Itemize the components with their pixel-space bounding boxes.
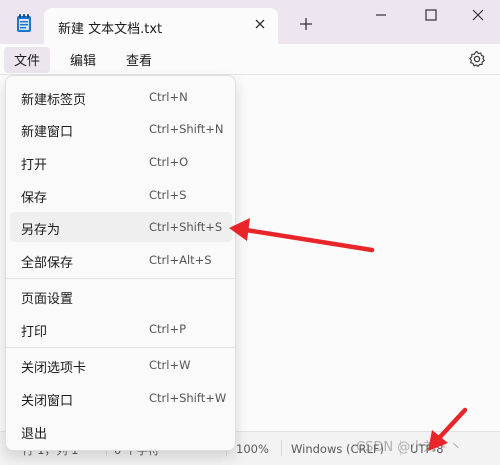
menu-edit[interactable]: 编辑 [70,50,96,69]
status-divider [281,440,282,456]
menu-item-label: 新建窗口 [21,125,74,140]
menu-separator [6,347,235,348]
menu-item-label: 打印 [21,325,48,340]
menu-item-label: 另存为 [21,223,61,238]
menu-view[interactable]: 查看 [126,50,152,69]
menu-item-close-window[interactable]: 关闭窗口 Ctrl+Shift+W [10,383,232,413]
menu-item-label: 关闭选项卡 [21,361,87,376]
close-tab-icon[interactable] [252,16,268,32]
menu-item-exit[interactable]: 退出 [10,416,232,446]
menu-item-label: 退出 [21,427,48,442]
menu-item-open[interactable]: 打开 Ctrl+O [10,147,232,177]
minimize-icon[interactable] [366,6,396,24]
menu-item-label: 关闭窗口 [21,394,74,409]
menu-item-shortcut: Ctrl+Alt+S [149,253,212,267]
menu-item-save-all[interactable]: 全部保存 Ctrl+Alt+S [10,245,232,275]
menu-item-shortcut: Ctrl+O [149,155,189,169]
new-tab-icon[interactable] [298,16,314,32]
title-bar: 新建 文本文档.txt [0,0,500,44]
notepad-app-icon [17,14,31,32]
maximize-icon[interactable] [416,6,446,24]
settings-gear-icon[interactable] [468,50,486,68]
file-dropdown-menu: 新建标签页 Ctrl+N 新建窗口 Ctrl+Shift+N 打开 Ctrl+O… [5,75,236,451]
menu-bar: 文件 编辑 查看 [0,44,500,75]
menu-item-save-as[interactable]: 另存为 Ctrl+Shift+S [10,212,232,242]
menu-item-label: 打开 [21,158,48,173]
menu-item-label: 新建标签页 [21,93,87,108]
tab-title: 新建 文本文档.txt [58,22,163,37]
menu-file[interactable]: 文件 [14,50,40,69]
menu-item-page-setup[interactable]: 页面设置 [10,281,232,311]
document-tab[interactable]: 新建 文本文档.txt [44,8,278,44]
menu-item-shortcut: Ctrl+Shift+N [149,122,224,136]
menu-separator [6,278,235,279]
menu-item-label: 全部保存 [21,256,74,271]
menu-item-save[interactable]: 保存 Ctrl+S [10,180,232,210]
menu-item-shortcut: Ctrl+Shift+W [149,391,227,405]
menu-item-shortcut: Ctrl+W [149,358,191,372]
menu-item-label: 保存 [21,191,48,206]
menu-item-shortcut: Ctrl+S [149,188,187,202]
menu-item-print[interactable]: 打印 Ctrl+P [10,314,232,344]
zoom-level[interactable]: 100% [236,442,269,456]
menu-item-close-tab[interactable]: 关闭选项卡 Ctrl+W [10,350,232,380]
menu-item-shortcut: Ctrl+P [149,322,187,336]
menu-item-new-window[interactable]: 新建窗口 Ctrl+Shift+N [10,114,232,144]
menu-item-shortcut: Ctrl+N [149,90,188,104]
close-window-icon[interactable] [463,6,493,24]
watermark: CSDN @小刘丶丶 [356,440,463,455]
menu-item-label: 页面设置 [21,292,74,307]
menu-item-shortcut: Ctrl+Shift+S [149,220,223,234]
menu-item-new-tab[interactable]: 新建标签页 Ctrl+N [10,82,232,112]
